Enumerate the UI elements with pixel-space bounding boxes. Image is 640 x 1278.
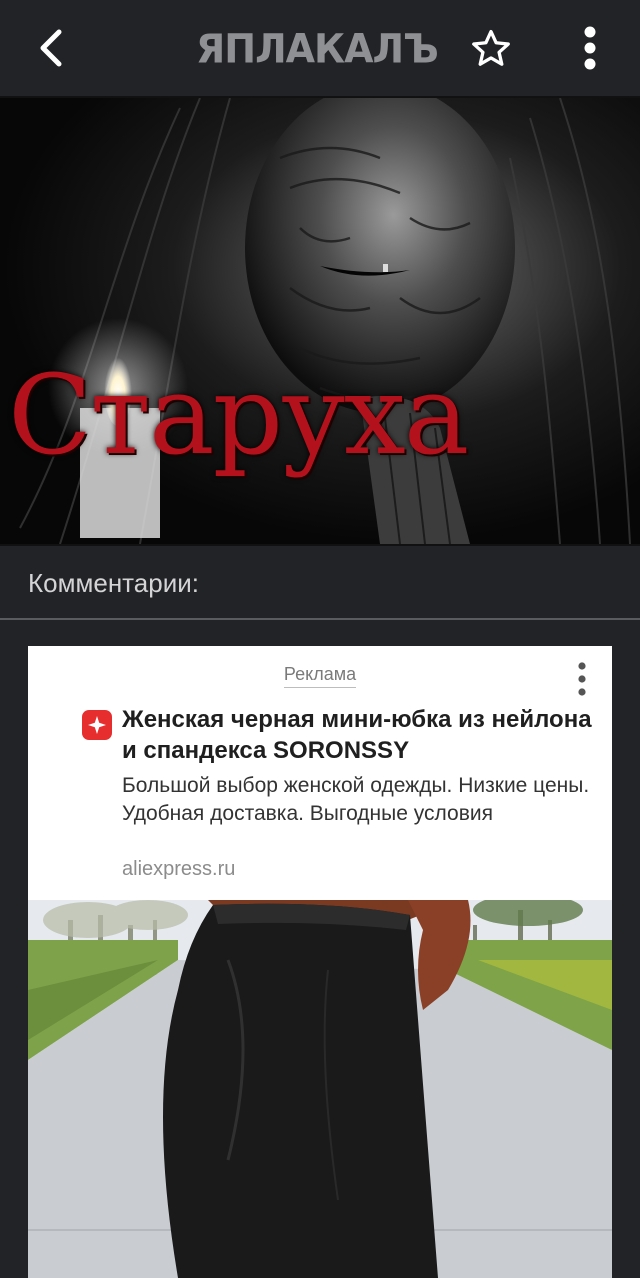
ad-card[interactable]: Реклама Женская черная мини-юбка из нейл… xyxy=(28,646,612,1278)
hero-title-text: Старуха xyxy=(8,351,469,479)
ad-headline[interactable]: Женская черная мини-юбка из нейлона и сп… xyxy=(122,704,592,766)
comments-title: Комментарии: xyxy=(28,568,199,598)
ad-description: Большой выбор женской одежды. Низкие цен… xyxy=(122,774,590,825)
vertical-dots-icon xyxy=(584,26,596,70)
app-screen: ЯПЛАКАЛЪ Старуха Комментарии: Реклама Же… xyxy=(0,0,640,1278)
comments-section-header: Комментарии: xyxy=(0,546,640,620)
ad-product-image[interactable] xyxy=(28,900,612,1278)
site-logo[interactable]: ЯПЛАКАЛЪ xyxy=(196,24,439,74)
logo-text: ЯПЛАКАЛЪ xyxy=(196,25,439,73)
chevron-left-icon xyxy=(40,29,62,67)
favorite-button[interactable] xyxy=(466,24,516,74)
ad-label: Реклама xyxy=(28,664,612,688)
aliexpress-icon xyxy=(82,710,112,740)
ad-options-button[interactable] xyxy=(564,658,600,700)
ad-domain-link[interactable]: aliexpress.ru xyxy=(122,858,235,881)
article-image[interactable]: Старуха xyxy=(0,96,640,546)
back-button[interactable] xyxy=(26,22,78,74)
more-options-button[interactable] xyxy=(568,22,612,74)
star-outline-icon xyxy=(472,29,510,66)
skirt-photo xyxy=(28,900,612,1278)
ad-label-text: Реклама xyxy=(283,664,357,688)
vertical-dots-icon xyxy=(578,662,586,696)
top-bar: ЯПЛАКАЛЪ xyxy=(0,0,640,96)
